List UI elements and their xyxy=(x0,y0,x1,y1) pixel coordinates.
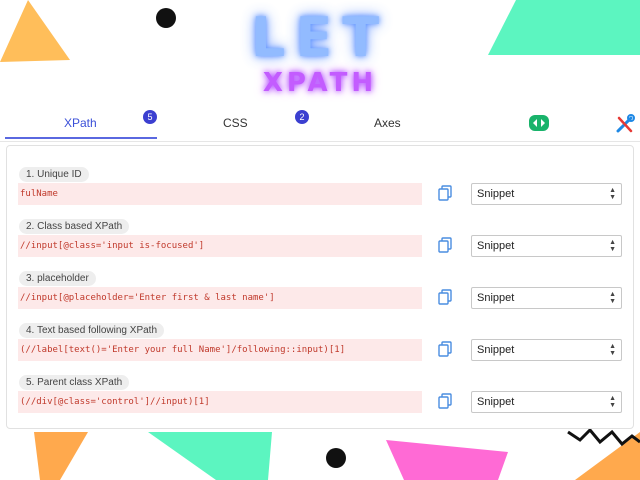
tab-bar: XPath 5 CSS 2 Axes xyxy=(0,108,640,142)
snippet-select[interactable]: Snippet ▲ ▼ xyxy=(471,235,622,257)
tab-divider xyxy=(0,141,640,142)
copy-icon[interactable] xyxy=(438,237,452,258)
snippet-select-value: Snippet xyxy=(477,344,515,356)
copy-icon[interactable] xyxy=(438,393,452,414)
select-arrows-icon: ▲ ▼ xyxy=(609,187,616,201)
tab-axes[interactable]: Axes xyxy=(374,116,401,130)
css-count-badge: 2 xyxy=(295,110,309,124)
xpath-count-badge: 5 xyxy=(143,110,157,124)
xpath-value[interactable]: //input[@class='input is-focused'] xyxy=(18,235,422,257)
xpath-value[interactable]: fulName xyxy=(18,183,422,205)
xpath-row: 2. Class based XPath //input[@class='inp… xyxy=(7,219,635,271)
xpath-row: 4. Text based following XPath (//label[t… xyxy=(7,323,635,375)
snippet-select[interactable]: Snippet ▲ ▼ xyxy=(471,391,622,413)
copy-icon[interactable] xyxy=(438,341,452,362)
xpath-row: 1. Unique ID fulName Snippet ▲ ▼ xyxy=(7,167,635,219)
xpath-value[interactable]: (//div[@class='control']//input)[1] xyxy=(18,391,422,413)
row-label: 1. Unique ID xyxy=(19,167,89,182)
logo-subtitle: XPATH xyxy=(262,68,378,98)
copy-icon[interactable] xyxy=(438,289,452,310)
row-label: 3. placeholder xyxy=(19,271,96,286)
tab-xpath[interactable]: XPath xyxy=(64,116,97,130)
row-label: 4. Text based following XPath xyxy=(19,323,165,338)
copy-icon[interactable] xyxy=(438,185,452,206)
xpath-value[interactable]: (//label[text()='Enter your full Name']/… xyxy=(18,339,422,361)
xpath-value[interactable]: //input[@placeholder='Enter first & last… xyxy=(18,287,422,309)
snippet-select-value: Snippet xyxy=(477,240,515,252)
snippet-select[interactable]: Snippet ▲ ▼ xyxy=(471,183,622,205)
select-arrows-icon: ▲ ▼ xyxy=(609,343,616,357)
select-arrows-icon: ▲ ▼ xyxy=(609,239,616,253)
select-arrows-icon: ▲ ▼ xyxy=(609,291,616,305)
snippet-select-value: Snippet xyxy=(477,396,515,408)
tab-css[interactable]: CSS xyxy=(223,116,248,130)
snippet-select-value: Snippet xyxy=(477,292,515,304)
row-label: 5. Parent class XPath xyxy=(19,375,130,390)
tools-icon[interactable] xyxy=(614,114,636,139)
snippet-select-value: Snippet xyxy=(477,188,515,200)
xpath-row: 3. placeholder //input[@placeholder='Ent… xyxy=(7,271,635,323)
xpath-row: 5. Parent class XPath (//div[@class='con… xyxy=(7,375,635,427)
snippet-select[interactable]: Snippet ▲ ▼ xyxy=(471,339,622,361)
snippet-select[interactable]: Snippet ▲ ▼ xyxy=(471,287,622,309)
row-label: 2. Class based XPath xyxy=(19,219,130,234)
xpath-results-panel: 1. Unique ID fulName Snippet ▲ ▼ 2. Class… xyxy=(6,145,634,429)
code-arrows-icon[interactable] xyxy=(528,114,550,137)
select-arrows-icon: ▲ ▼ xyxy=(609,395,616,409)
active-tab-indicator xyxy=(5,137,157,139)
logo-title: LET xyxy=(250,6,390,69)
